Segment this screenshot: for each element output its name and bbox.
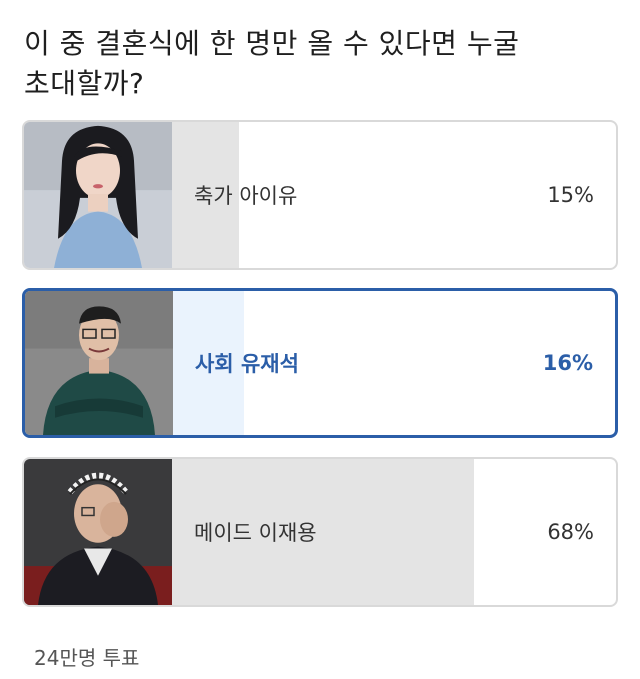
option-1-result-bar: 축가 아이유 15% xyxy=(172,122,616,268)
option-1-photo xyxy=(24,122,172,268)
poll-option-1[interactable]: 축가 아이유 15% xyxy=(22,120,618,270)
option-3-label: 메이드 이재용 xyxy=(194,521,317,545)
poll-question-line-1: 이 중 결혼식에 한 명만 올 수 있다면 누굴 xyxy=(24,27,520,60)
option-3-percent: 68% xyxy=(547,520,594,544)
poll-option-3[interactable]: 메이드 이재용 68% xyxy=(22,457,618,607)
option-2-result-bar: 사회 유재석 16% xyxy=(173,291,615,435)
option-2-photo xyxy=(25,291,173,435)
poll-option-2[interactable]: 사회 유재석 16% xyxy=(22,288,618,438)
vote-count: 24만명 투표 xyxy=(34,646,140,670)
option-1-percent: 15% xyxy=(547,183,594,207)
option-2-label: 사회 유재석 xyxy=(195,352,299,376)
option-3-result-bar: 메이드 이재용 68% xyxy=(172,459,616,605)
poll-question: 이 중 결혼식에 한 명만 올 수 있다면 누굴 초대할까? xyxy=(24,24,614,104)
poll-question-line-2: 초대할까? xyxy=(24,67,145,100)
option-3-photo xyxy=(24,459,172,605)
option-2-percent: 16% xyxy=(542,351,593,375)
option-1-label: 축가 아이유 xyxy=(194,184,298,208)
